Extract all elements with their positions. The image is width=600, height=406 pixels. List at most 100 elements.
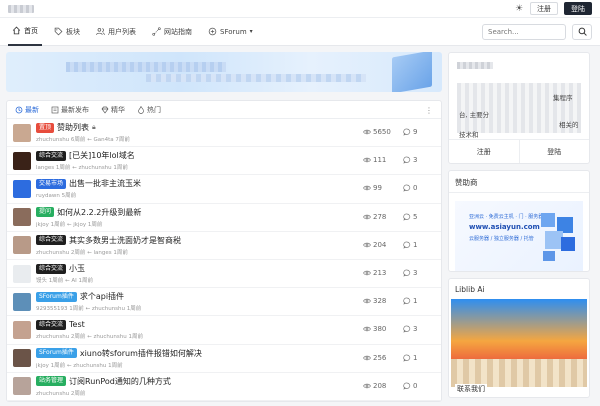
replies-value: 3 xyxy=(413,268,418,277)
tab-newest-posts[interactable]: 最新发布 xyxy=(49,103,91,117)
nav-item-users[interactable]: 用户列表 xyxy=(92,18,140,46)
tab-hot[interactable]: 热门 xyxy=(135,103,163,117)
avatar[interactable] xyxy=(13,292,31,311)
sponsor-title: 赞助商 xyxy=(449,171,589,193)
board-badge[interactable]: 综合交流 xyxy=(36,235,67,246)
topic-title[interactable]: 如何从2.2.2升级到最新 xyxy=(57,207,141,218)
views-icon xyxy=(363,214,371,219)
board-badge[interactable]: 提问 xyxy=(36,207,55,218)
topic-title[interactable]: Test xyxy=(69,320,85,329)
topic-row[interactable]: SForum插件 xiuno转sforum插件报错如何解决 jkjoy 1周前 ← … xyxy=(7,345,441,373)
topic-row[interactable]: 综合交流 Test zhuchunshu 2周前 ← zhuchunshu 1周前 3… xyxy=(7,316,441,345)
nav-item-sforum[interactable]: SForum ▾ xyxy=(204,18,257,46)
topic-row[interactable]: 综合交流 小玉 馒头 1周前 ← AI 1周前 213 3 xyxy=(7,260,441,289)
tab-label: 热门 xyxy=(147,105,161,114)
tab-featured[interactable]: 精华 xyxy=(99,103,127,117)
server-cubes-illustration xyxy=(541,213,575,261)
topic-list-card: 最新 最新发布 精华 热门 ⋮ 置顶 赞助列表 🔒︎ zhuchunshu 6周前 ←… xyxy=(6,100,442,402)
avatar[interactable] xyxy=(13,349,31,368)
nav-item-guide[interactable]: 网站指南 xyxy=(148,18,196,46)
topic-title[interactable]: 求个api插件 xyxy=(80,291,124,302)
views-value: 380 xyxy=(373,325,387,334)
topic-list: 置顶 赞助列表 🔒︎ zhuchunshu 6周前 ← Gan4ta 7周前 5650 9… xyxy=(7,119,441,401)
avatar[interactable] xyxy=(13,123,31,142)
views-value: 99 xyxy=(373,184,382,193)
search-input[interactable] xyxy=(482,23,566,40)
views-icon xyxy=(363,242,371,247)
views-icon xyxy=(363,298,371,304)
topic-row[interactable]: 置顶 赞助列表 🔒︎ zhuchunshu 6周前 ← Gan4ta 7周前 5650 9 xyxy=(7,119,441,148)
site-logo[interactable] xyxy=(8,4,34,13)
board-badge[interactable]: 综合交流 xyxy=(36,263,67,274)
topic-row[interactable]: SForum插件 求个api插件 929355193 1周前 ← zhuchunsh… xyxy=(7,288,441,317)
sidebar-login-button[interactable]: 登陆 xyxy=(520,140,590,163)
topic-title[interactable]: xiuno转sforum插件报错如何解决 xyxy=(80,348,202,359)
search-button[interactable] xyxy=(572,23,592,40)
views-count: 278 xyxy=(363,213,395,221)
topic-meta: 馒头 1周前 ← AI 1周前 xyxy=(36,278,93,285)
topic-title[interactable]: 出售一批非主流玉米 xyxy=(69,178,141,189)
board-badge[interactable]: 站务管理 xyxy=(36,376,67,387)
topic-title[interactable]: [已关]10年lol域名 xyxy=(69,150,135,161)
more-options-icon[interactable]: ⋮ xyxy=(425,106,433,115)
views-value: 278 xyxy=(373,212,387,221)
contact-label[interactable]: 联系我们 xyxy=(455,384,487,394)
topic-title[interactable]: 赞助列表 xyxy=(57,122,89,133)
topic-row[interactable]: 综合交流 其实多数男士洗面奶才是智商税 zhuchunshu 2周前 ← lange… xyxy=(7,232,441,260)
replies-value: 5 xyxy=(413,212,418,221)
ad-url: www.asiayun.com xyxy=(469,223,540,231)
views-icon xyxy=(363,157,371,163)
avatar[interactable] xyxy=(13,264,31,283)
main-column: 最新 最新发布 精华 热门 ⋮ 置顶 赞助列表 🔒︎ zhuchunshu 6周前 ←… xyxy=(6,52,442,406)
topic-title[interactable]: 其实多数男士洗面奶才是智商税 xyxy=(69,235,181,246)
route-icon xyxy=(152,27,161,36)
topic-meta: zhuchunshu 2周前 ← zhuchunshu 1周前 xyxy=(36,334,143,341)
board-badge[interactable]: 综合交流 xyxy=(36,150,67,161)
topic-row[interactable]: 交易市场 出售一批非主流玉米 ruydawn 5周前 99 0 xyxy=(7,175,441,204)
nav-item-home[interactable]: 首页 xyxy=(8,18,42,46)
sidebar-signup-button[interactable]: 注册 xyxy=(449,140,520,163)
topic-row[interactable]: 站务管理 订阅RunPod通知的几种方式 zhuchunshu 2周前 208 0 xyxy=(7,373,441,401)
replies-count: 0 xyxy=(403,382,433,390)
signup-button[interactable]: 注册 xyxy=(530,2,558,15)
board-badge[interactable]: 置顶 xyxy=(36,122,55,133)
topic-title[interactable]: 订阅RunPod通知的几种方式 xyxy=(69,376,171,387)
welcome-actions: 注册 登陆 xyxy=(449,139,589,163)
views-icon xyxy=(363,129,371,135)
replies-icon xyxy=(403,241,411,249)
avatar[interactable] xyxy=(13,320,31,339)
top-banner[interactable] xyxy=(6,52,442,92)
nav-item-boards[interactable]: 板块 xyxy=(50,18,84,46)
replies-count: 3 xyxy=(403,269,433,277)
views-icon xyxy=(363,327,371,332)
avatar[interactable] xyxy=(13,151,31,170)
views-icon xyxy=(363,186,371,191)
replies-value: 9 xyxy=(413,128,418,136)
avatar[interactable] xyxy=(13,377,31,396)
topic-stats: 204 1 xyxy=(363,241,433,249)
main-nav: 首页 板块 用户列表 网站指南 SForum ▾ xyxy=(0,18,600,46)
avatar[interactable] xyxy=(13,208,31,227)
replies-count: 0 xyxy=(403,184,433,192)
nav-item-label: 首页 xyxy=(24,26,38,35)
topic-stats: 111 3 xyxy=(363,156,433,164)
avatar[interactable] xyxy=(13,179,31,198)
sponsor-ad[interactable]: 亚洲云 · 免费云主机 · 门 · 服务器 www.asiayun.com 云服… xyxy=(455,201,583,271)
replies-count: 1 xyxy=(403,297,433,305)
topic-row[interactable]: 提问 如何从2.2.2升级到最新 jkjoy 1周前 ← jkjoy 1周前 278 5 xyxy=(7,204,441,232)
tab-latest[interactable]: 最新 xyxy=(13,103,41,117)
replies-value: 1 xyxy=(413,297,418,306)
avatar[interactable] xyxy=(13,236,31,255)
welcome-text: 台, 主要分 xyxy=(459,111,490,119)
board-badge[interactable]: SForum插件 xyxy=(36,291,77,302)
topic-title[interactable]: 小玉 xyxy=(69,263,85,274)
replies-icon xyxy=(403,325,411,333)
board-badge[interactable]: SForum插件 xyxy=(36,348,77,359)
theme-toggle-icon[interactable]: ☀ xyxy=(514,4,524,14)
login-button[interactable]: 登陆 xyxy=(564,2,592,15)
board-badge[interactable]: 交易市场 xyxy=(36,178,67,189)
topic-row[interactable]: 综合交流 [已关]10年lol域名 langes 1周前 ← zhuchunshu … xyxy=(7,147,441,176)
board-badge[interactable]: 综合交流 xyxy=(36,319,67,330)
nav-item-label: 网站指南 xyxy=(164,27,192,36)
views-value: 208 xyxy=(373,381,387,390)
